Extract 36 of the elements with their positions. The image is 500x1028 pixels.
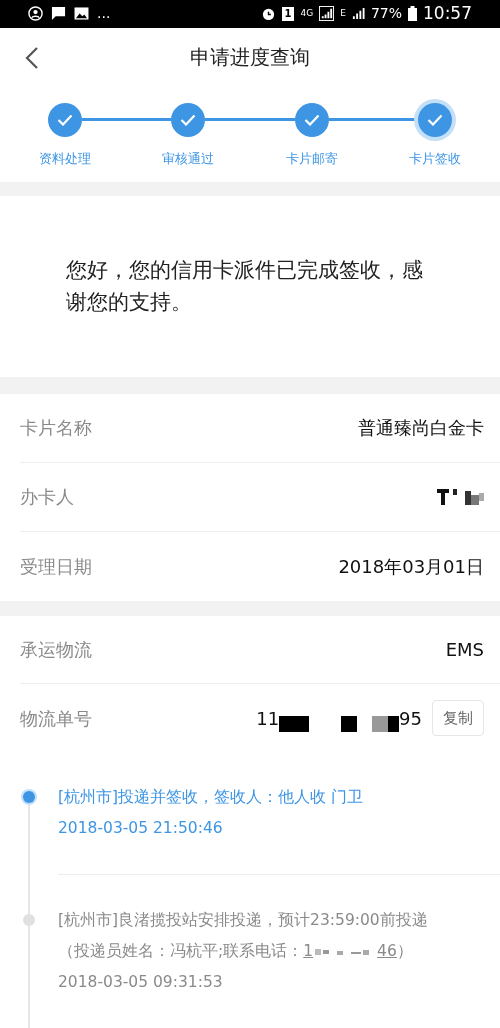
- tracking-number-start: 11: [256, 706, 280, 731]
- battery-icon: [408, 6, 417, 22]
- battery-level: 77%: [370, 4, 402, 24]
- phone-link[interactable]: 1 46: [303, 942, 397, 960]
- message-icon: [51, 6, 66, 22]
- copy-button[interactable]: 复制: [432, 700, 484, 737]
- account-icon: [28, 6, 43, 22]
- row-label: 物流单号: [20, 706, 92, 731]
- overflow-indicator: ...: [97, 4, 111, 24]
- row-label: 受理日期: [20, 554, 92, 579]
- status-message: 您好，您的信用卡派件已完成签收，感谢您的支持。: [66, 257, 424, 317]
- row-value: 普通臻尚白金卡: [358, 416, 484, 441]
- timeline-time: 2018-03-05 09:31:53: [58, 972, 224, 993]
- network-type: E: [340, 7, 346, 20]
- row-value: EMS: [445, 638, 484, 663]
- timeline-time: 2018-03-05 21:50:46: [58, 818, 224, 839]
- row-label: 办卡人: [20, 485, 74, 510]
- alarm-icon: [260, 6, 276, 22]
- network-type: 4G: [300, 7, 314, 20]
- back-icon: [25, 45, 39, 70]
- step-label: 卡片邮寄: [284, 149, 339, 168]
- signal-icon: [319, 6, 335, 22]
- sim-indicator: 1: [281, 6, 295, 21]
- row-value: 2018年03月01日: [338, 554, 484, 579]
- timeline-event: [杭州市]投递并签收，签收人：他人收 门卫: [58, 787, 365, 808]
- page-title: 申请进度查询: [190, 44, 310, 72]
- clock: 10:57: [423, 2, 472, 25]
- image-icon: [74, 7, 89, 21]
- row-label: 承运物流: [20, 638, 92, 663]
- signal-icon: [351, 7, 365, 21]
- step-label: 卡片签收: [408, 149, 462, 168]
- timeline-event: [杭州市]良渚揽投站安排投递，预计23:59:00前投递（投递员姓名：冯杭平;联系电话：1 46）: [58, 910, 429, 962]
- step-label: 资料处理: [38, 149, 92, 168]
- row-label: 卡片名称: [20, 416, 92, 441]
- tracking-number-end: 95: [399, 706, 422, 731]
- step-label: 审核通过: [161, 149, 216, 168]
